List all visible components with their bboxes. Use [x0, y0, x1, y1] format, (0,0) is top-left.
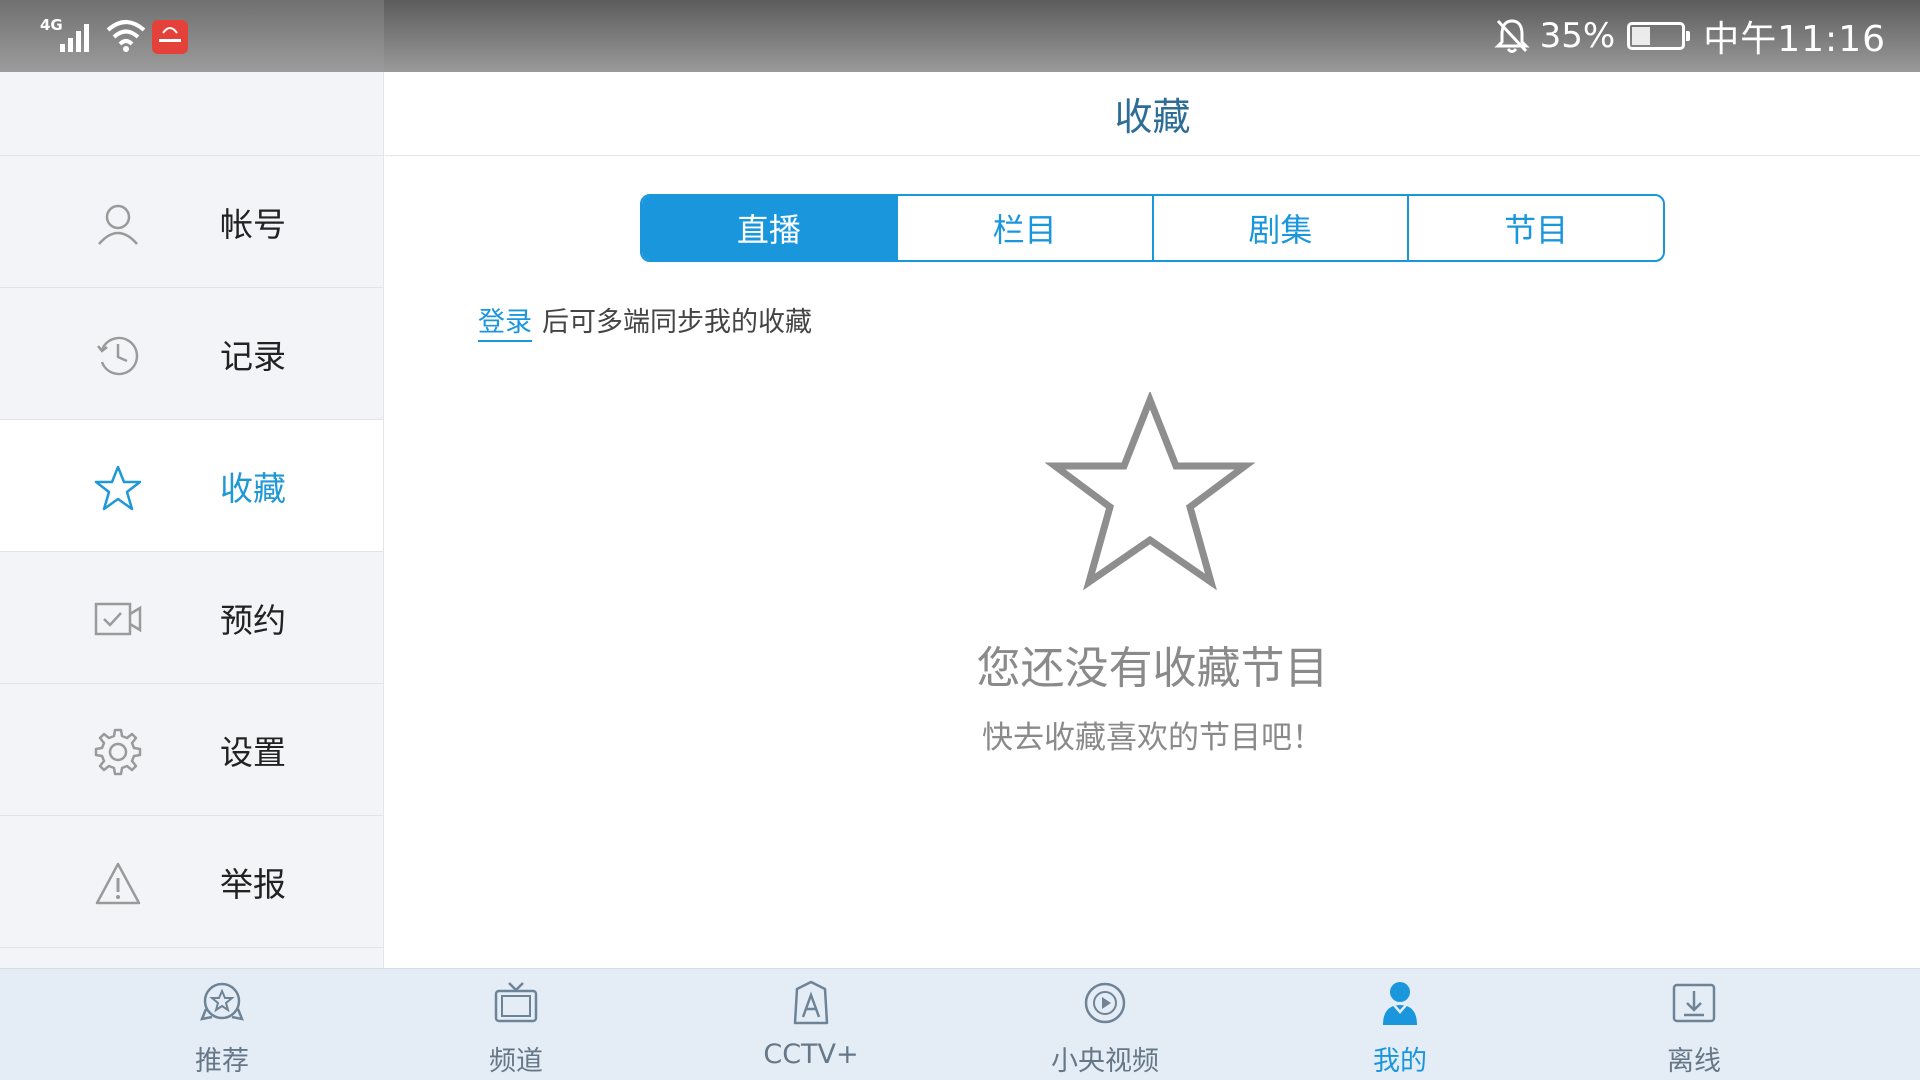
- warning-icon: [95, 862, 141, 905]
- login-link[interactable]: 登录: [478, 307, 532, 342]
- nav-label: 离线: [1667, 1046, 1721, 1077]
- cctv-plus-icon: [793, 980, 829, 1025]
- sidebar-item-history[interactable]: 记录: [0, 288, 383, 420]
- battery-fill: [1632, 27, 1651, 45]
- gear-icon: [94, 728, 142, 776]
- sidebar-item-favorites[interactable]: 收藏: [0, 420, 383, 552]
- sidebar-item-report[interactable]: 举报: [0, 816, 383, 948]
- empty-state-subtitle: 快去收藏喜欢的节目吧！: [982, 720, 1323, 756]
- nav-offline[interactable]: 离线: [1594, 969, 1794, 1080]
- play-circle-icon: [1084, 982, 1126, 1024]
- nav-label: 推荐: [195, 1046, 249, 1077]
- sidebar-item-label: 设置: [220, 733, 286, 772]
- sidebar-item-label: 收藏: [220, 469, 286, 508]
- tab-live[interactable]: 直播: [642, 196, 896, 260]
- tab-series[interactable]: 剧集: [1151, 196, 1408, 260]
- sidebar-top-spacer: [0, 72, 383, 156]
- battery-percent: 35%: [1539, 16, 1616, 56]
- bell-muted-icon: [1494, 19, 1530, 53]
- empty-state-title: 您还没有收藏节目: [976, 643, 1329, 694]
- sidebar-item-account[interactable]: 帐号: [0, 156, 383, 288]
- tab-program[interactable]: 节目: [1407, 196, 1663, 260]
- sidebar-item-label: 记录: [220, 337, 286, 376]
- login-hint-text: 后可多端同步我的收藏: [542, 307, 812, 338]
- bottom-nav: 推荐 频道 CCTV+ 小央视频 我的 离线: [0, 968, 1920, 1080]
- signal-icon: [60, 24, 89, 52]
- tab-column[interactable]: 栏目: [895, 196, 1152, 260]
- person-icon: [1383, 982, 1417, 1025]
- nav-channel[interactable]: 频道: [416, 969, 616, 1080]
- user-icon: [98, 204, 138, 245]
- huawei-app-icon: [152, 20, 188, 54]
- history-icon: [97, 336, 139, 376]
- wifi-icon: [106, 20, 146, 52]
- page-header: 收藏: [385, 72, 1920, 156]
- download-icon: [1672, 983, 1716, 1023]
- main-content: 收藏 直播 栏目 剧集 节目 登录 后可多端同步我的收藏 您还没有收藏节目 快去收…: [385, 72, 1920, 968]
- sidebar-item-settings[interactable]: 设置: [0, 684, 383, 816]
- nav-recommend[interactable]: 推荐: [122, 969, 322, 1080]
- status-bar: 4G 35% 中午11:16: [0, 0, 1920, 72]
- status-bar-left: 4G: [0, 0, 384, 72]
- nav-label: 频道: [489, 1046, 543, 1077]
- nav-mine[interactable]: 我的: [1300, 969, 1500, 1080]
- category-tabs: 直播 栏目 剧集 节目: [640, 194, 1665, 262]
- empty-star-icon: [1045, 392, 1255, 591]
- star-icon: [94, 465, 142, 511]
- nav-label: CCTV+: [763, 1039, 859, 1070]
- nav-label: 小央视频: [1051, 1046, 1159, 1077]
- sidebar-item-label: 帐号: [220, 205, 286, 244]
- sidebar-item-reservation[interactable]: 预约: [0, 552, 383, 684]
- login-hint: 登录 后可多端同步我的收藏: [478, 300, 812, 342]
- video-reserve-icon: [94, 602, 142, 636]
- recommend-badge-icon: [199, 982, 245, 1021]
- nav-label: 我的: [1373, 1046, 1427, 1077]
- sidebar: 帐号 记录 收藏 预约 设置 举报: [0, 72, 384, 968]
- page-title: 收藏: [1114, 95, 1191, 139]
- clock: 中午11:16: [1703, 19, 1886, 60]
- sidebar-item-label: 预约: [220, 601, 286, 640]
- sidebar-item-label: 举报: [220, 865, 286, 904]
- battery-icon: [1627, 22, 1691, 50]
- nav-xiaoyang-video[interactable]: 小央视频: [1005, 969, 1205, 1080]
- nav-cctv-plus[interactable]: CCTV+: [711, 969, 911, 1080]
- status-bar-right: 35% 中午11:16: [384, 0, 1920, 72]
- tv-icon: [494, 982, 538, 1023]
